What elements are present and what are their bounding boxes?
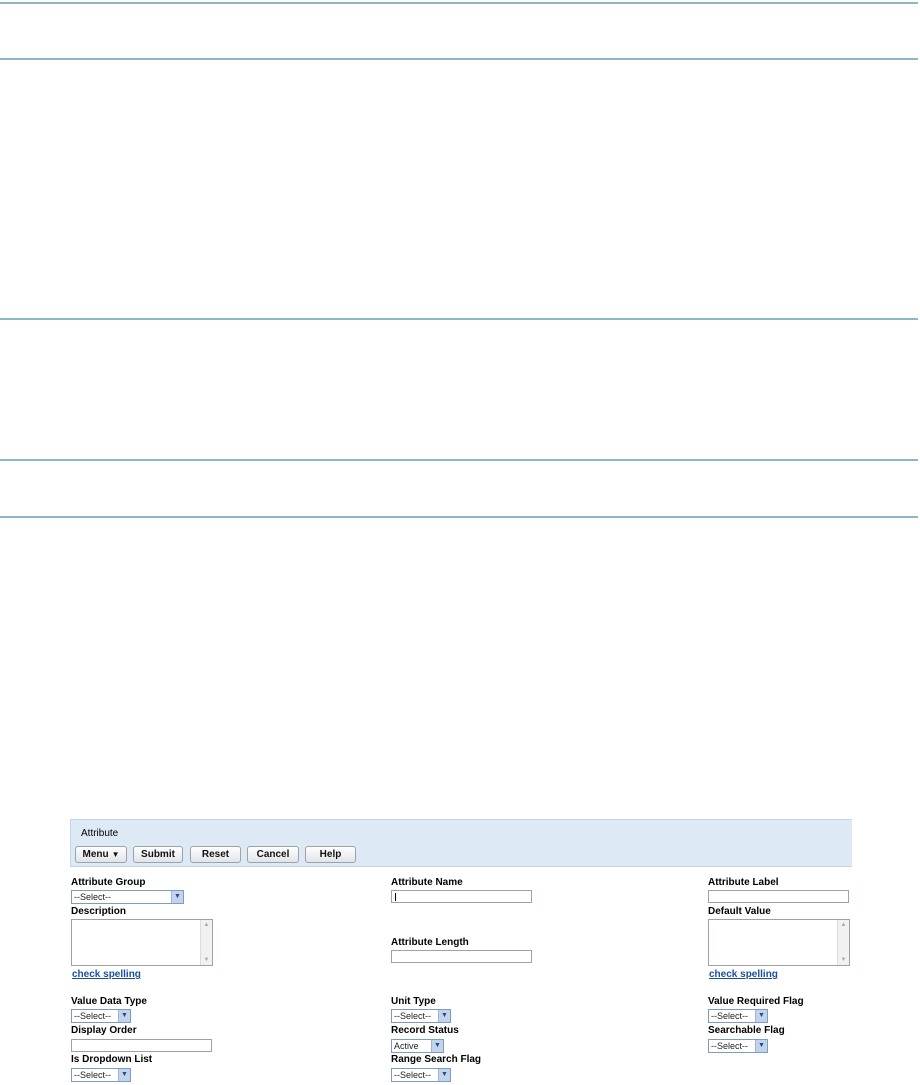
attribute-length-label: Attribute Length [391, 937, 469, 948]
range-search-flag-select[interactable]: --Select-- ▼ [391, 1068, 451, 1082]
description-check-spelling-link[interactable]: check spelling [72, 969, 141, 980]
menu-button[interactable]: Menu ▼ [75, 846, 127, 863]
submit-button[interactable]: Submit [133, 846, 183, 863]
scroll-up-icon: ▲ [203, 922, 210, 928]
is-dropdown-list-select[interactable]: --Select-- ▼ [71, 1068, 131, 1082]
attribute-group-value: --Select-- [74, 892, 112, 902]
unit-type-select[interactable]: --Select-- ▼ [391, 1009, 451, 1023]
divider-line [0, 2, 918, 4]
default-value-scrollbar[interactable]: ▲ ▼ [837, 920, 849, 965]
divider-line [0, 459, 918, 461]
chevron-down-icon: ▼ [118, 1010, 130, 1022]
record-status-select[interactable]: Active ▼ [391, 1039, 444, 1053]
menu-button-label: Menu [82, 849, 109, 860]
attribute-form: Attribute Menu ▼ Submit Reset Cancel Help… [70, 817, 852, 1085]
chevron-down-icon: ▼ [118, 1069, 130, 1081]
value-data-type-value: --Select-- [74, 1011, 112, 1021]
form-title: Attribute [81, 828, 119, 839]
range-search-flag-value: --Select-- [394, 1070, 432, 1080]
scroll-down-icon: ▼ [203, 957, 210, 963]
searchable-flag-label: Searchable Flag [708, 1025, 785, 1036]
divider-line [0, 516, 918, 518]
attribute-name-label: Attribute Name [391, 877, 463, 888]
cancel-button[interactable]: Cancel [247, 846, 299, 863]
is-dropdown-list-label: Is Dropdown List [71, 1054, 153, 1065]
scroll-up-icon: ▲ [840, 922, 847, 928]
default-value-check-spelling-link[interactable]: check spelling [709, 969, 778, 980]
chevron-down-icon: ▼ [171, 891, 183, 903]
display-order-input[interactable] [71, 1039, 212, 1052]
menu-dropdown-icon: ▼ [111, 850, 120, 859]
attribute-label-input[interactable] [708, 890, 849, 903]
value-data-type-label: Value Data Type [71, 996, 147, 1007]
attribute-name-input[interactable] [391, 890, 532, 903]
default-value-label: Default Value [708, 906, 771, 917]
searchable-flag-value: --Select-- [711, 1041, 749, 1051]
attribute-length-input[interactable] [391, 950, 532, 963]
default-value-textarea[interactable]: ▲ ▼ [708, 919, 850, 966]
divider-line [0, 318, 918, 320]
chevron-down-icon: ▼ [755, 1040, 767, 1052]
divider-line [0, 58, 918, 60]
description-label: Description [71, 906, 127, 917]
reset-button[interactable]: Reset [190, 846, 241, 863]
text-cursor [395, 893, 396, 901]
description-textarea[interactable]: ▲ ▼ [71, 919, 213, 966]
chevron-down-icon: ▼ [438, 1069, 450, 1081]
range-search-flag-label: Range Search Flag [391, 1054, 482, 1065]
attribute-group-label: Attribute Group [71, 877, 146, 888]
chevron-down-icon: ▼ [431, 1040, 443, 1052]
searchable-flag-select[interactable]: --Select-- ▼ [708, 1039, 768, 1053]
record-status-label: Record Status [391, 1025, 459, 1036]
help-button[interactable]: Help [305, 846, 356, 863]
chevron-down-icon: ▼ [755, 1010, 767, 1022]
unit-type-label: Unit Type [391, 996, 436, 1007]
unit-type-value: --Select-- [394, 1011, 432, 1021]
scroll-down-icon: ▼ [840, 957, 847, 963]
form-header: Attribute Menu ▼ Submit Reset Cancel Help [70, 819, 852, 867]
attribute-group-select[interactable]: --Select-- ▼ [71, 890, 184, 904]
display-order-label: Display Order [71, 1025, 137, 1036]
value-required-flag-select[interactable]: --Select-- ▼ [708, 1009, 768, 1023]
description-scrollbar[interactable]: ▲ ▼ [200, 920, 212, 965]
chevron-down-icon: ▼ [438, 1010, 450, 1022]
record-status-value: Active [394, 1041, 419, 1051]
attribute-label-label: Attribute Label [708, 877, 779, 888]
value-data-type-select[interactable]: --Select-- ▼ [71, 1009, 131, 1023]
is-dropdown-list-value: --Select-- [74, 1070, 112, 1080]
value-required-flag-label: Value Required Flag [708, 996, 804, 1007]
value-required-flag-value: --Select-- [711, 1011, 749, 1021]
